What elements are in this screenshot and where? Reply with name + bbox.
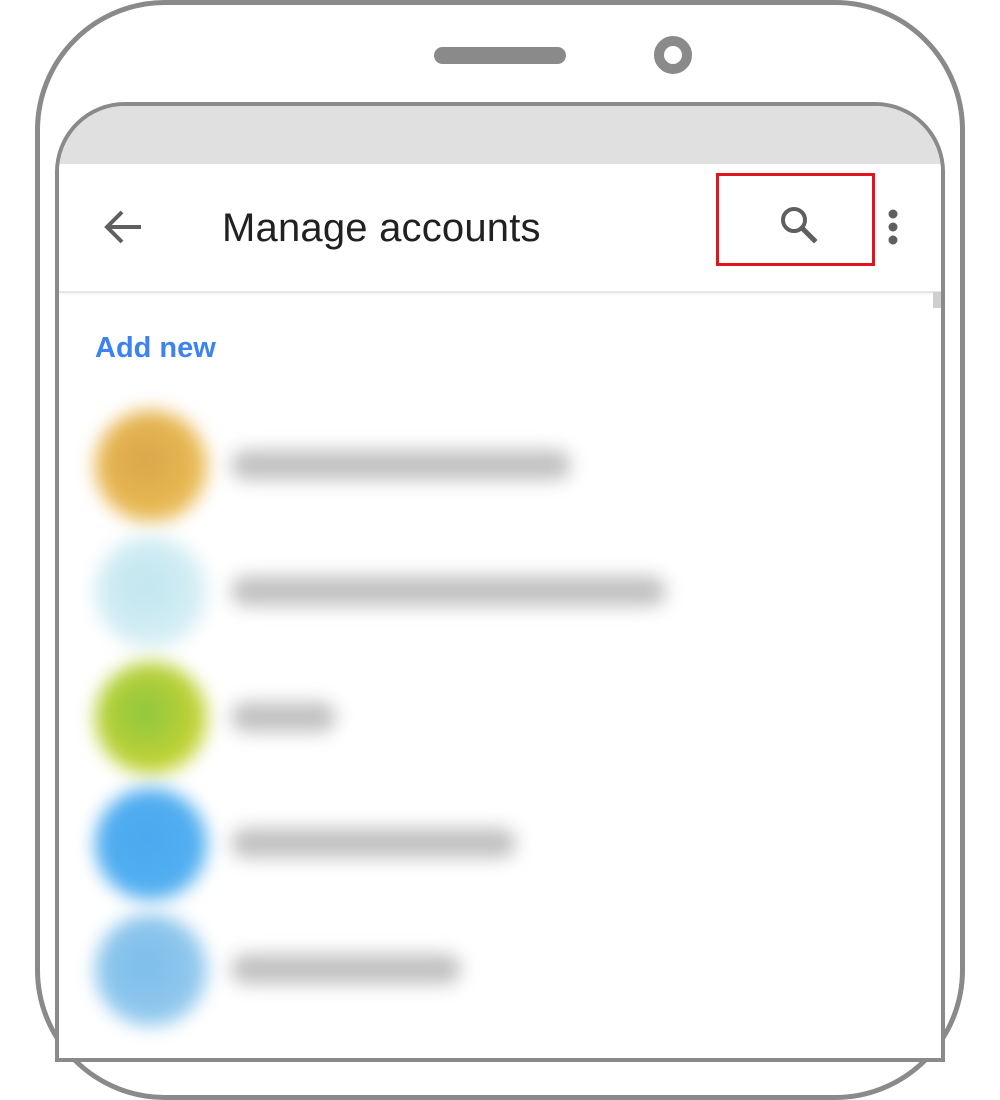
account-name-blurred [231,954,461,984]
search-highlight-box [716,173,875,266]
add-new-account-link[interactable]: Add new [95,332,216,365]
arrow-back-icon [104,210,141,244]
page-title: Manage accounts [222,206,541,250]
account-list-item[interactable] [59,532,941,652]
app-bar: Manage accounts [59,164,941,293]
scrollbar[interactable] [933,292,941,308]
phone-screen: Manage accounts Add new [55,102,945,1062]
status-bar [59,106,941,164]
account-list-item[interactable] [59,658,941,778]
back-button[interactable] [101,204,147,250]
account-list-item[interactable] [59,910,941,1030]
phone-camera [654,36,692,74]
account-list-item[interactable] [59,784,941,904]
account-name-blurred [231,450,571,480]
more-options-button[interactable] [881,206,905,250]
account-name-blurred [231,702,336,732]
phone-speaker [434,47,566,64]
account-name-blurred [231,828,516,858]
account-list-item[interactable] [59,406,941,526]
avatar [95,914,207,1026]
avatar [95,788,207,900]
more-vertical-icon [888,209,898,245]
avatar [95,662,207,774]
account-name-blurred [231,576,666,606]
avatar [95,410,207,522]
avatar [95,536,207,648]
